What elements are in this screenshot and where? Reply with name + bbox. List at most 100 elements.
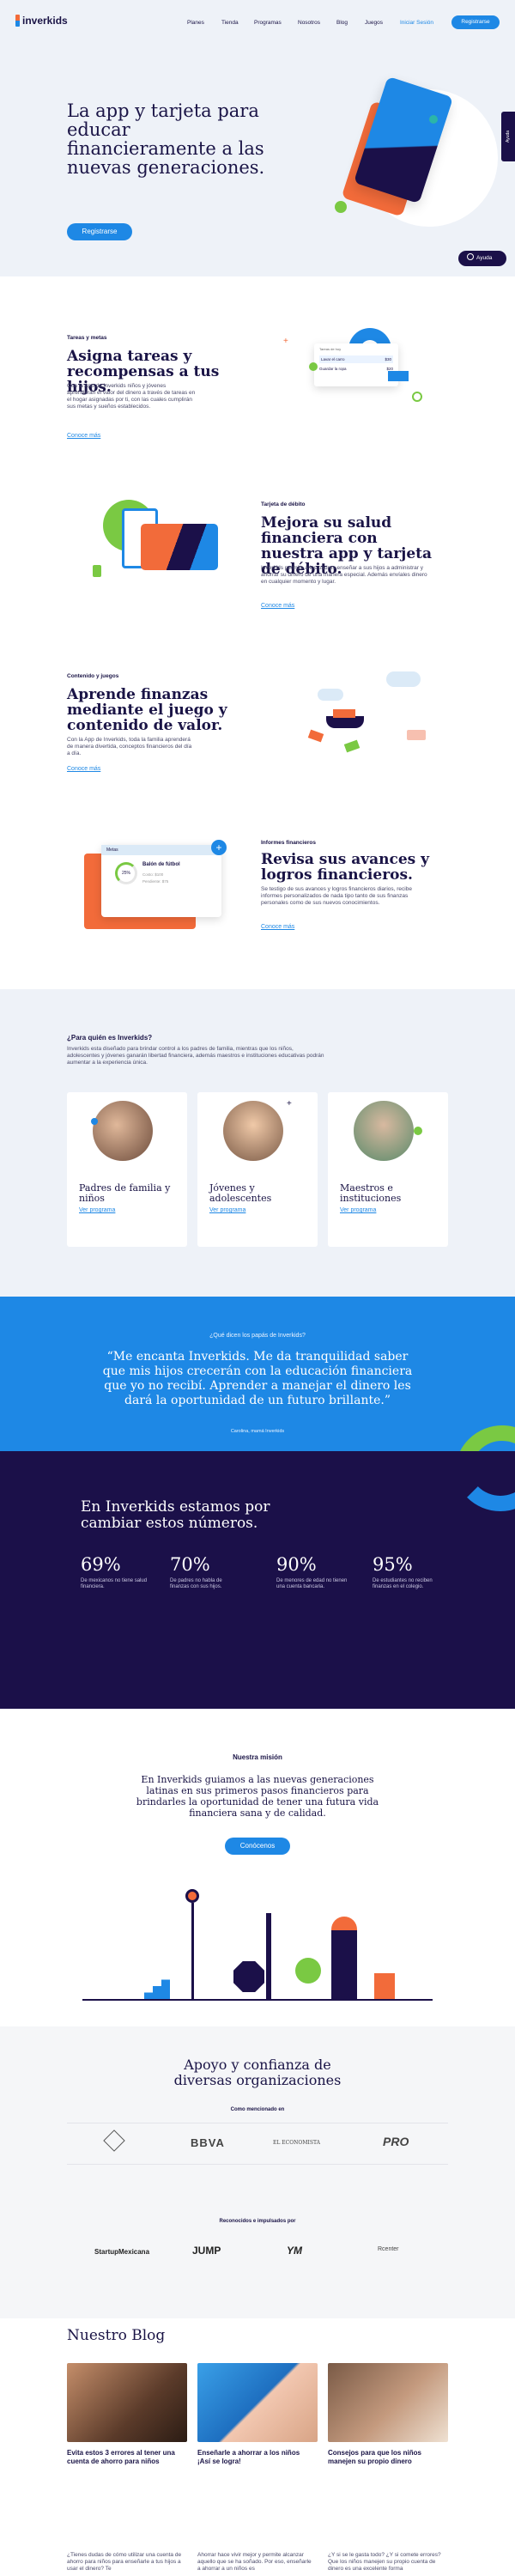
stat-label: De menores de edad no tienen una cuenta … bbox=[276, 1578, 348, 1589]
trust-title: Apoyo y confianza de diversas organizaci… bbox=[173, 2057, 342, 2088]
teachers-photo bbox=[354, 1101, 414, 1161]
goal-progress-ring: 25% bbox=[115, 862, 137, 884]
stat-label: De estudiantes no reciben finanzas en el… bbox=[373, 1578, 433, 1589]
help-side-tab[interactable]: Ayuda bbox=[501, 112, 515, 161]
feature-link[interactable]: Conoce más bbox=[67, 433, 100, 439]
blog-post-title[interactable]: Consejos para que los niños manejen su p… bbox=[328, 2449, 445, 2466]
goal-mock-name: Balón de fútbol bbox=[142, 862, 180, 867]
divider bbox=[67, 2164, 448, 2165]
feature-eyebrow: Tarjeta de débito bbox=[261, 501, 306, 507]
audience-card[interactable]: + Jóvenes y adolescentes Ver programa bbox=[197, 1092, 318, 1247]
mission-section: Nuestra misión En Inverkids guiamos a la… bbox=[0, 1709, 515, 2026]
audience-card-link[interactable]: Ver programa bbox=[340, 1207, 376, 1213]
feature-debit-card: Tarjeta de débito Mejora su salud financ… bbox=[0, 448, 515, 620]
testimonial-eyebrow-label: ¿Qué dicen los papás de Inverkids? bbox=[209, 1333, 306, 1339]
goal-mock-header: Metas bbox=[101, 845, 221, 855]
hero-register-button[interactable]: Registrarse bbox=[67, 223, 132, 240]
blog-post-excerpt: ¿Y si se le gasta todo? ¿Y si comete err… bbox=[328, 2552, 441, 2572]
hero-section: La app y tarjeta para educar financieram… bbox=[0, 45, 515, 276]
stat-label: De mexicanos no tiene salud financiera. bbox=[81, 1578, 148, 1589]
audience-card-link[interactable]: Ver programa bbox=[209, 1207, 245, 1213]
login-link[interactable]: Iniciar Sesión bbox=[400, 20, 433, 26]
audience-card-link[interactable]: Ver programa bbox=[79, 1207, 115, 1213]
testimonial-body: ¿Qué dicen los papás de Inverkids? “Me e… bbox=[0, 1297, 515, 1451]
feature-eyebrow: Contenido y juegos bbox=[67, 673, 119, 679]
partner-logo-jump: JUMP bbox=[192, 2245, 221, 2257]
stat-value: 69% bbox=[81, 1554, 121, 1575]
feature-link[interactable]: Conoce más bbox=[261, 924, 294, 930]
partner-logo-startup: StartupMexicana bbox=[94, 2248, 150, 2256]
recognized-label: Reconocidos e impulsados por bbox=[219, 2219, 296, 2224]
nav-item-blog[interactable]: Blog bbox=[336, 20, 348, 26]
audience-card-title: Maestros e instituciones bbox=[340, 1182, 402, 1204]
blog-section: Nuestro Blog bbox=[0, 2318, 515, 2576]
tasks-mock-card: Tareas de hoy Lavar el carro $30 Guardar … bbox=[314, 343, 398, 386]
nav-item-juegos[interactable]: Juegos bbox=[365, 20, 383, 26]
goal-mock-card: Metas Balón de fútbol 25% Costo: $100 Pe… bbox=[101, 845, 221, 917]
stat-item: 90% De menores de edad no tienen una cue… bbox=[276, 1554, 362, 1590]
about-us-button[interactable]: Conócenos bbox=[225, 1838, 290, 1855]
add-goal-icon: + bbox=[211, 840, 227, 855]
help-circle-icon bbox=[467, 253, 474, 260]
blog-title: Nuestro Blog bbox=[67, 2327, 166, 2344]
games-illustration bbox=[283, 663, 464, 766]
feature-title: Revisa sus avances y logros financieros. bbox=[261, 851, 430, 884]
stat-item: 95% De estudiantes no reciben finanzas e… bbox=[373, 1554, 458, 1590]
help-side-tab-label: Ayuda bbox=[506, 130, 511, 143]
stats-section: En Inverkids estamos por cambiar estos n… bbox=[0, 1451, 515, 1709]
task-label: Lavar el carro bbox=[321, 357, 345, 361]
partner-logo-ym: YM bbox=[287, 2245, 302, 2257]
teens-photo bbox=[223, 1101, 283, 1161]
feature-body: Con la App de Inverkids niños y jóvenes … bbox=[67, 383, 196, 410]
stat-value: 90% bbox=[276, 1554, 317, 1575]
stat-label: De padres no habla de finanzas con sus h… bbox=[170, 1578, 222, 1589]
blog-post-image[interactable] bbox=[328, 2363, 448, 2442]
register-button[interactable]: Registrarse bbox=[451, 15, 500, 29]
blog-post-excerpt: ¿Tienes dudas de cómo utilizar una cuent… bbox=[67, 2552, 182, 2572]
feature-reports: Metas Balón de fútbol 25% Costo: $100 Pe… bbox=[0, 792, 515, 989]
feature-title: Aprende finanzas mediante el juego y con… bbox=[67, 686, 227, 734]
audience-card-title: Padres de familia y niños bbox=[79, 1182, 171, 1204]
feature-body: Inverkids permite a los padres enseñar a… bbox=[261, 565, 427, 585]
partner-logo-rcenter: Rcenter bbox=[378, 2246, 399, 2252]
trust-section: Apoyo y confianza de diversas organizaci… bbox=[0, 2026, 515, 2318]
audience-body: Inverkids esta diseñado para brindar con… bbox=[67, 1046, 324, 1066]
media-logo-pro: PRO bbox=[383, 2135, 409, 2148]
feature-body: Con la App de Inverkids, toda la familia… bbox=[67, 737, 192, 756]
stat-item: 70% De padres no habla de finanzas con s… bbox=[170, 1554, 256, 1590]
feature-eyebrow: Informes financieros bbox=[261, 840, 316, 846]
media-logo-icon bbox=[103, 2129, 125, 2152]
audience-card[interactable]: Maestros e instituciones Ver programa bbox=[328, 1092, 448, 1247]
feature-games: Contenido y juegos Aprende finanzas medi… bbox=[0, 620, 515, 792]
nav-item-nosotros[interactable]: Nosotros bbox=[298, 20, 320, 26]
nav-item-tienda[interactable]: Tienda bbox=[221, 20, 239, 26]
stats-title: En Inverkids estamos por cambiar estos n… bbox=[81, 1498, 270, 1532]
feature-body: Se testigo de sus avances y logros finan… bbox=[261, 886, 412, 906]
logo[interactable]: inverkids bbox=[15, 15, 68, 27]
audience-card[interactable]: Padres de familia y niños Ver programa bbox=[67, 1092, 187, 1247]
feature-link[interactable]: Conoce más bbox=[67, 766, 100, 772]
mission-eyebrow: Nuestra misión bbox=[233, 1753, 282, 1761]
tasks-illustration: + Tareas de hoy Lavar el carro $30 Guarda… bbox=[283, 328, 438, 422]
goal-cost: Costo: $100 bbox=[142, 872, 164, 877]
help-button-label: Ayuda bbox=[476, 255, 493, 261]
feature-eyebrow: Tareas y metas bbox=[67, 335, 107, 341]
reports-illustration: Metas Balón de fútbol 25% Costo: $100 Pe… bbox=[84, 840, 230, 939]
stat-item: 69% De mexicanos no tiene salud financie… bbox=[81, 1554, 167, 1590]
mentioned-label: Como mencionado en bbox=[230, 2107, 285, 2112]
decor-ring-blue bbox=[453, 1451, 515, 1511]
blog-post-title[interactable]: Enseñarle a ahorrar a los niños ¡Así se … bbox=[197, 2449, 314, 2466]
audience-title: ¿Para quién es Inverkids? bbox=[67, 1034, 153, 1042]
tasks-mock-title: Tareas de hoy bbox=[319, 347, 342, 351]
feature-link[interactable]: Conoce más bbox=[261, 603, 294, 609]
card-app-illustration bbox=[86, 491, 223, 594]
audience-section: ¿Para quién es Inverkids? Inverkids esta… bbox=[0, 989, 515, 1341]
blog-post-image[interactable] bbox=[197, 2363, 318, 2442]
media-logo-economista: EL ECONOMISTA bbox=[273, 2140, 320, 2146]
help-chat-button[interactable]: Ayuda bbox=[458, 251, 506, 266]
nav-item-programas[interactable]: Programas bbox=[254, 20, 282, 26]
blog-post-image[interactable] bbox=[67, 2363, 187, 2442]
logo-text: inverkids bbox=[22, 15, 68, 27]
nav-item-planes[interactable]: Planes bbox=[187, 20, 204, 26]
blog-post-title[interactable]: Evita estos 3 errores al tener una cuent… bbox=[67, 2449, 184, 2466]
